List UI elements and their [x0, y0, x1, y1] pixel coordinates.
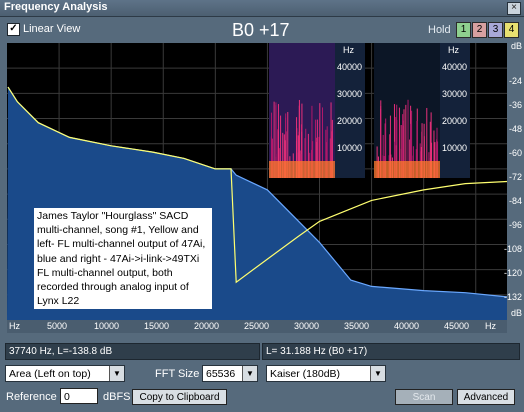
spectrogram-right-y-label: 30000 [442, 89, 468, 99]
spectrogram-left-hz-label: Hz [343, 45, 354, 55]
linear-view-label[interactable]: Linear View [23, 23, 80, 35]
spectrogram-left-y-label: 30000 [337, 89, 363, 99]
advanced-button[interactable]: Advanced [457, 389, 515, 405]
x-tick-label: 20000 [194, 321, 220, 331]
db-tick-label: -36 [508, 100, 522, 110]
spectrogram-right-y-label: 10000 [442, 143, 468, 153]
reference-input[interactable]: 0 [60, 388, 98, 404]
status-cursor-readout: 37740 Hz, L=-138.8 dB [5, 343, 260, 360]
db-tick-label: -60 [508, 148, 522, 158]
linear-view-checkbox[interactable]: ✓ [7, 23, 20, 36]
window-function-select[interactable]: Kaiser (180dB) ▼ [266, 365, 386, 382]
x-tick-label: 45000 [444, 321, 470, 331]
spectrogram-right-y-label: 20000 [442, 116, 468, 126]
db-tick-label: -72 [508, 172, 522, 182]
spectrogram-right: Hz 40000 30000 20000 10000 [374, 43, 470, 178]
x-tick-label: 35000 [344, 321, 370, 331]
window-title: Frequency Analysis [4, 1, 108, 13]
copy-to-clipboard-button[interactable]: Copy to Clipboard [132, 389, 227, 405]
display-mode-value: Area (Left on top) [9, 368, 91, 380]
chevron-down-icon[interactable]: ▼ [370, 366, 385, 381]
db-tick-label: dB [510, 41, 522, 51]
x-tick-label: 15000 [144, 321, 170, 331]
display-mode-select[interactable]: Area (Left on top) ▼ [5, 365, 125, 382]
db-tick-label: -132 [503, 292, 522, 302]
title-bar: Frequency Analysis × [0, 0, 524, 17]
spectrogram-left-y-label: 40000 [337, 62, 363, 72]
reference-label: Reference [6, 391, 57, 403]
fft-size-value: 65536 [206, 368, 236, 380]
dbfs-label: dBFS [103, 391, 131, 403]
display-title: B0 +17 [232, 20, 290, 40]
db-tick-label: -24 [508, 76, 522, 86]
spectrogram-low-band [374, 161, 440, 178]
display-toolbar: ✓ Linear View B0 +17 Hold 1 2 3 4 [0, 17, 524, 43]
hold-button-4[interactable]: 4 [504, 22, 519, 38]
spectrogram-left-y-label: 10000 [337, 143, 363, 153]
spectrogram-left: Hz 40000 30000 20000 10000 [269, 43, 365, 178]
hold-button-2[interactable]: 2 [472, 22, 487, 38]
chevron-down-icon[interactable]: ▼ [242, 366, 257, 381]
db-tick-label: -120 [503, 268, 522, 278]
chevron-down-icon[interactable]: ▼ [109, 366, 124, 381]
fft-size-select[interactable]: 65536 ▼ [202, 365, 258, 382]
annotation-note: James Taylor "Hourglass" SACD multi-chan… [34, 208, 212, 310]
spectrogram-right-y-label: 40000 [442, 62, 468, 72]
spectrogram-low-band [269, 161, 335, 178]
hold-label: Hold [428, 24, 451, 36]
x-tick-label: 25000 [244, 321, 270, 331]
x-tick-label: 40000 [394, 321, 420, 331]
status-peak-readout: L= 31.188 Hz (B0 +17) [262, 343, 520, 360]
db-axis: dB -24 -36 -48 -60 -72 -84 -96 -108 -120… [503, 41, 524, 333]
db-tick-label: -84 [508, 196, 522, 206]
hold-button-3[interactable]: 3 [488, 22, 503, 38]
x-tick-label: 10000 [94, 321, 120, 331]
db-tick-label: dB [510, 308, 522, 318]
fft-size-label: FFT Size [155, 368, 200, 380]
x-tick-label: 5000 [47, 321, 68, 331]
scan-button[interactable]: Scan [395, 389, 453, 405]
close-button[interactable]: × [507, 2, 521, 15]
db-tick-label: -48 [508, 124, 522, 134]
x-tick-label: 30000 [294, 321, 320, 331]
db-tick-label: -96 [508, 220, 522, 230]
frequency-analysis-window: Frequency Analysis × ✓ Linear View B0 +1… [0, 0, 524, 412]
window-function-value: Kaiser (180dB) [270, 368, 341, 380]
spectrogram-left-y-label: 20000 [337, 116, 363, 126]
x-tick-label: Hz [9, 321, 20, 331]
x-tick-label: Hz [485, 321, 496, 331]
frequency-axis: Hz 5000 10000 15000 20000 25000 30000 35… [7, 320, 507, 333]
db-tick-label: -108 [503, 244, 522, 254]
spectrogram-right-hz-label: Hz [448, 45, 459, 55]
hold-button-1[interactable]: 1 [456, 22, 471, 38]
